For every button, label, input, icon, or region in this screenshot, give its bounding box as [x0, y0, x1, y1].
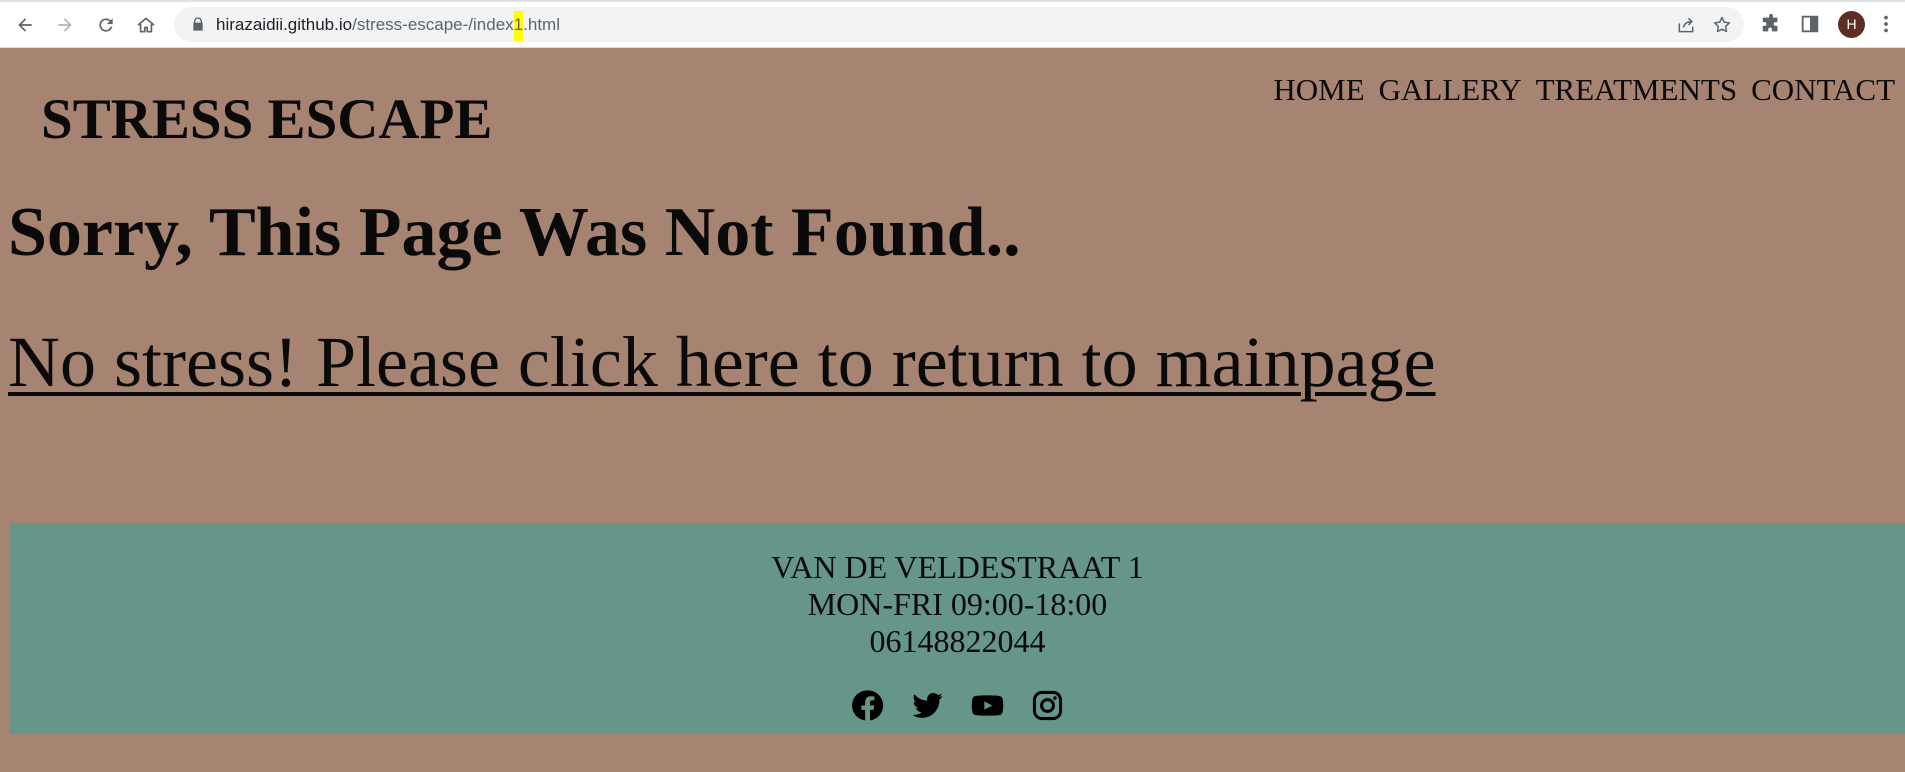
main-nav: HOME GALLERY TREATMENTS CONTACT — [1273, 72, 1895, 108]
url-highlight: 1 — [513, 11, 524, 41]
address-bar[interactable]: hirazaidii.github.io/stress-escape-/inde… — [174, 7, 1744, 42]
back-icon — [18, 18, 32, 32]
menu-dots-icon[interactable] — [1875, 13, 1897, 35]
reload-icon — [99, 18, 113, 32]
nav-contact[interactable]: CONTACT — [1751, 72, 1895, 108]
footer-phone: 06148822044 — [869, 623, 1046, 659]
url-extension: .html — [523, 15, 560, 34]
browser-toolbar: hirazaidii.github.io/stress-escape-/inde… — [0, 0, 1905, 48]
not-found-heading: Sorry, This Page Was Not Found.. — [8, 194, 1021, 271]
reload-button[interactable] — [91, 10, 121, 40]
forward-button[interactable] — [50, 10, 80, 40]
bookmark-star-icon[interactable] — [1712, 15, 1732, 35]
instagram-icon[interactable] — [1031, 689, 1064, 722]
footer-contact-info: VAN DE VELDESTRAAT 1 MON-FRI 09:00-18:00… — [10, 549, 1905, 660]
url-path: /stress-escape-/index — [352, 15, 514, 34]
nav-home[interactable]: HOME — [1273, 72, 1364, 108]
footer-hours: MON-FRI 09:00-18:00 — [807, 586, 1108, 622]
side-panel-icon[interactable] — [1799, 13, 1821, 35]
home-icon — [137, 17, 155, 33]
forward-icon — [58, 18, 72, 32]
back-button[interactable] — [10, 10, 40, 40]
nav-treatments[interactable]: TREATMENTS — [1536, 72, 1738, 108]
nav-gallery[interactable]: GALLERY — [1379, 72, 1522, 108]
url-host: hirazaidii.github.io — [216, 15, 353, 34]
url-text[interactable]: hirazaidii.github.io/stress-escape-/inde… — [216, 11, 560, 41]
footer-address: VAN DE VELDESTRAAT 1 — [771, 549, 1144, 585]
lock-icon — [193, 17, 203, 31]
extensions-icon[interactable] — [1760, 13, 1782, 35]
social-links — [10, 689, 1905, 722]
facebook-icon[interactable] — [851, 689, 884, 722]
youtube-icon[interactable] — [971, 689, 1004, 722]
home-button[interactable] — [131, 10, 161, 40]
profile-avatar[interactable]: H — [1838, 11, 1865, 38]
twitter-icon[interactable] — [911, 689, 944, 722]
return-to-mainpage-link[interactable]: No stress! Please click here to return t… — [8, 323, 1436, 401]
site-footer: VAN DE VELDESTRAAT 1 MON-FRI 09:00-18:00… — [10, 523, 1905, 734]
site-logo[interactable]: STRESS ESCAPE — [41, 90, 492, 150]
share-icon[interactable] — [1676, 15, 1696, 35]
